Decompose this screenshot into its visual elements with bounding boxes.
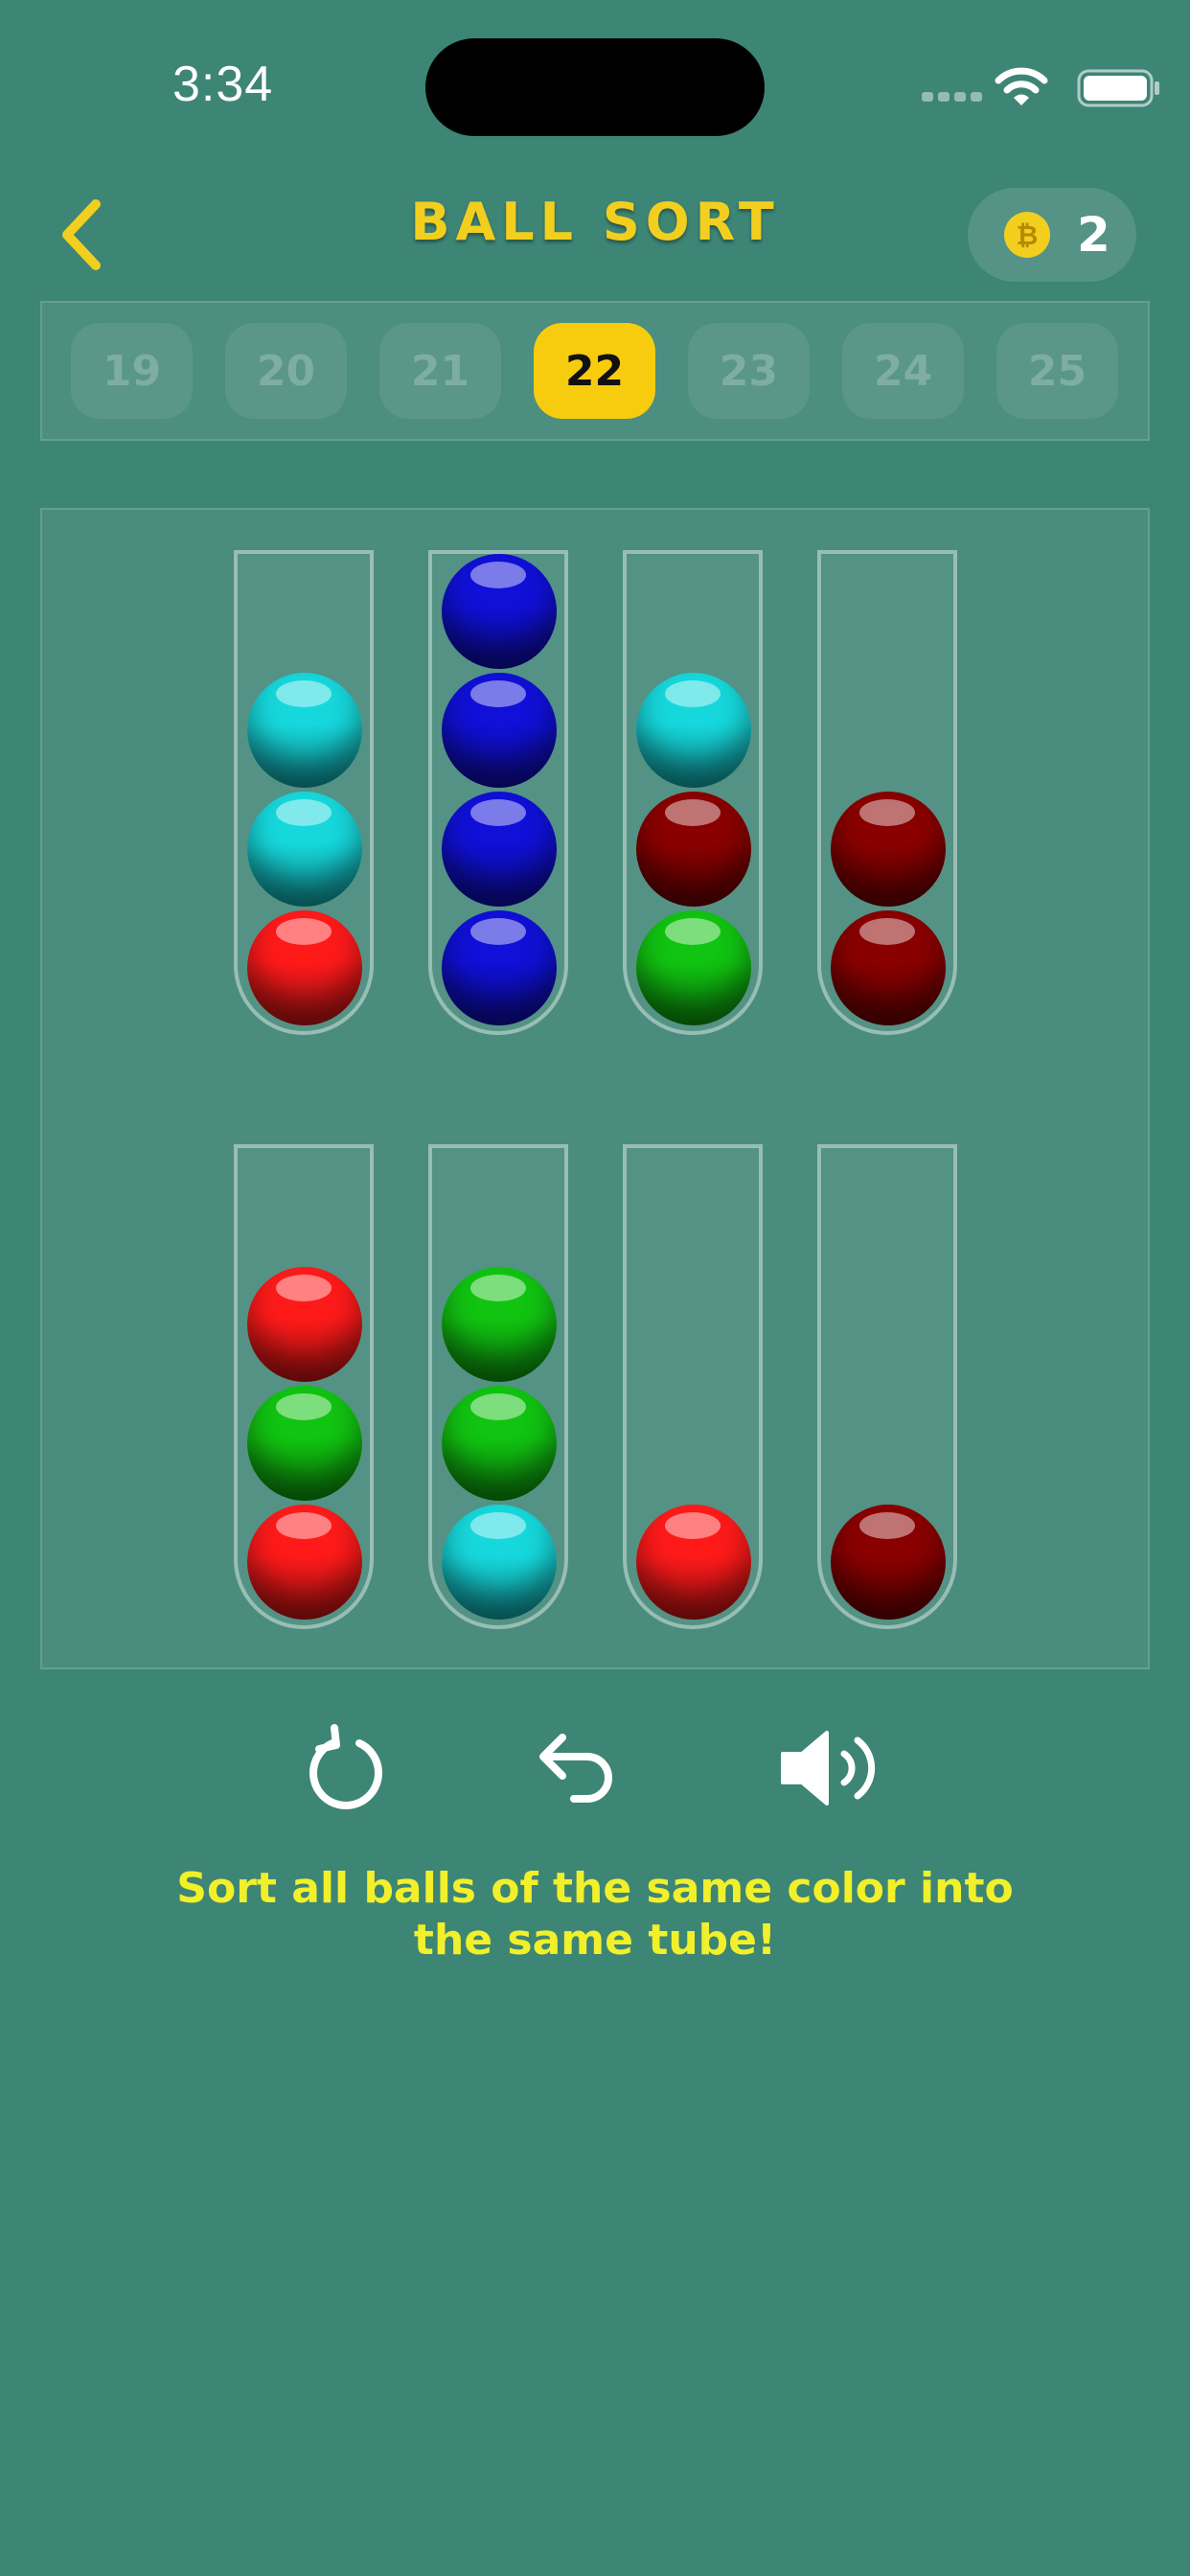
ball-red <box>247 910 362 1025</box>
coin-icon: ₿ <box>1004 212 1050 258</box>
level-item[interactable]: 25 <box>996 323 1118 419</box>
coin-count: 2 <box>1077 207 1110 263</box>
undo-icon <box>539 1734 612 1803</box>
wifi-icon <box>995 67 1048 105</box>
ball-darkred <box>831 1505 946 1620</box>
level-selector: 19 20 21 22 23 24 25 <box>40 301 1150 441</box>
tube[interactable] <box>623 1144 763 1629</box>
level-item[interactable]: 19 <box>71 323 193 419</box>
tube[interactable] <box>428 550 568 1035</box>
ball-red <box>636 1505 751 1620</box>
ball-blue <box>442 792 557 907</box>
cellular-signal-icon <box>922 92 983 102</box>
ball-red <box>247 1505 362 1620</box>
tube[interactable] <box>234 1144 374 1629</box>
tube[interactable] <box>817 1144 957 1629</box>
tube[interactable] <box>234 550 374 1035</box>
game-controls <box>0 1706 1190 1821</box>
ball-darkred <box>831 792 946 907</box>
undo-button[interactable] <box>525 1715 630 1821</box>
ball-cyan <box>636 673 751 788</box>
ball-blue <box>442 910 557 1025</box>
ball-darkred <box>831 910 946 1025</box>
ball-green <box>247 1386 362 1501</box>
instruction-text: Sort all balls of the same color into th… <box>176 1864 1014 1965</box>
game-board <box>40 508 1150 1669</box>
tube[interactable] <box>817 550 957 1035</box>
ball-cyan <box>247 792 362 907</box>
status-icons <box>807 63 1190 111</box>
level-item[interactable]: 20 <box>225 323 347 419</box>
status-time: 3:34 <box>172 57 274 112</box>
restart-icon <box>309 1724 382 1809</box>
coin-balance: ₿ 2 <box>968 188 1136 282</box>
ball-red <box>247 1267 362 1382</box>
sound-on-icon <box>781 1731 876 1806</box>
ball-blue <box>442 673 557 788</box>
tube[interactable] <box>623 550 763 1035</box>
ball-green <box>442 1386 557 1501</box>
ball-cyan <box>247 673 362 788</box>
ball-green <box>442 1267 557 1382</box>
level-item[interactable]: 23 <box>688 323 810 419</box>
level-item[interactable]: 21 <box>379 323 501 419</box>
sound-button[interactable] <box>772 1715 887 1821</box>
ball-cyan <box>442 1505 557 1620</box>
restart-button[interactable] <box>293 1715 399 1821</box>
level-item[interactable]: 24 <box>842 323 964 419</box>
ball-blue <box>442 554 557 669</box>
ball-darkred <box>636 792 751 907</box>
tube[interactable] <box>428 1144 568 1629</box>
ball-green <box>636 910 751 1025</box>
level-item[interactable]: 22 <box>534 323 655 419</box>
dynamic-island <box>425 38 765 136</box>
battery-icon <box>1077 69 1159 107</box>
